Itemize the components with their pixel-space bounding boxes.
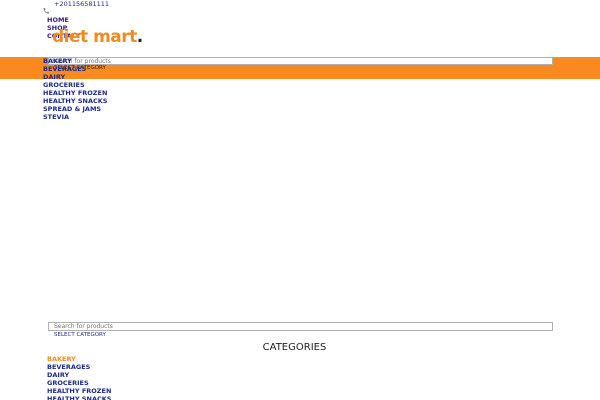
category-dairy[interactable]: DAIRY bbox=[43, 73, 107, 81]
logo-text: diet mart bbox=[52, 27, 137, 47]
category-healthy-frozen[interactable]: HEALTHY FROZEN bbox=[43, 89, 107, 97]
category-beverages[interactable]: BEVERAGES bbox=[43, 65, 107, 73]
logo-dot: . bbox=[136, 27, 143, 47]
category-healthy-frozen[interactable]: HEALTHY FROZEN bbox=[47, 387, 111, 395]
category-healthy-snacks[interactable]: HEALTHY SNACKS bbox=[47, 395, 111, 400]
category-stevia[interactable]: STEVIA bbox=[43, 113, 107, 121]
category-bakery[interactable]: BAKERY bbox=[47, 355, 111, 363]
site-logo[interactable]: diet mart. bbox=[52, 28, 143, 50]
category-groceries[interactable]: GROCERIES bbox=[47, 379, 111, 387]
phone-number: +201156581111 bbox=[54, 0, 110, 8]
category-menu-header: BAKERY BEVERAGES DAIRY GROCERIES HEALTHY… bbox=[43, 57, 107, 121]
category-bakery[interactable]: BAKERY bbox=[43, 57, 107, 65]
category-menu-mobile: BAKERY BEVERAGES DAIRY GROCERIES HEALTHY… bbox=[47, 355, 111, 400]
nav-home[interactable]: HOME bbox=[47, 16, 81, 24]
search-input-header[interactable] bbox=[48, 57, 553, 65]
phone-icon bbox=[42, 0, 50, 14]
category-dairy[interactable]: DAIRY bbox=[47, 371, 111, 379]
category-beverages[interactable]: BEVERAGES bbox=[47, 363, 111, 371]
category-spread-jams[interactable]: SPREAD & JAMS bbox=[43, 105, 107, 113]
category-healthy-snacks[interactable]: HEALTHY SNACKS bbox=[43, 97, 107, 105]
category-groceries[interactable]: GROCERIES bbox=[43, 81, 107, 89]
category-select-mobile[interactable]: SELECT CATEGORY bbox=[54, 331, 106, 339]
phone-contact[interactable]: +201156581111 bbox=[42, 0, 110, 14]
search-input-mobile[interactable] bbox=[48, 322, 553, 331]
categories-heading: CATEGORIES bbox=[262, 342, 327, 353]
